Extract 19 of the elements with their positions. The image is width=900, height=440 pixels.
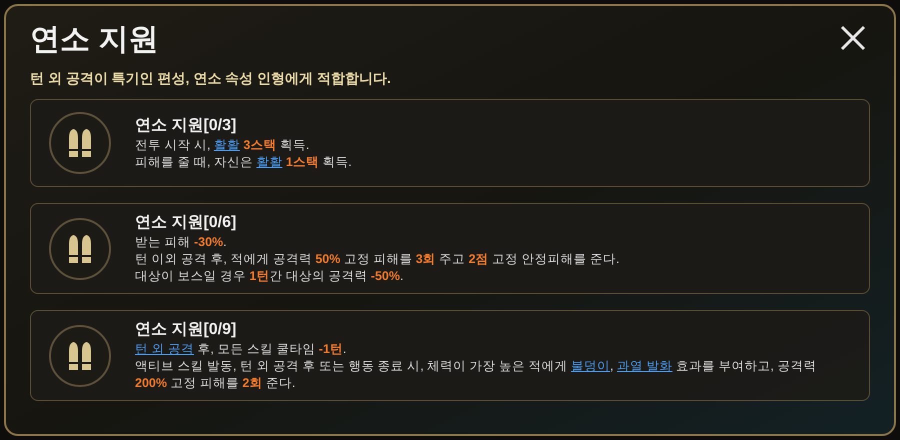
close-icon [840,25,866,51]
keyword-link[interactable]: 활활 [214,138,240,152]
dialog-subtitle: 턴 외 공격이 특기인 편성, 연소 속성 인형에게 적합합니다. [30,69,392,88]
effect-title: 연소 지원[0/6] [135,213,238,233]
effect-description: 대상이 보스일 경우 1턴간 대상의 공격력 -50%. [135,268,404,285]
keyword-link[interactable]: 불덩이 [571,359,610,373]
effect-title: 연소 지원[0/9] [135,320,238,340]
dialog-title: 연소 지원 [30,22,158,58]
effect-description: 200% 고정 피해를 2회 준다. [135,375,296,392]
effect-description: 턴 이외 공격 후, 적에게 공격력 50% 고정 피해를 3회 주고 2점 고정 안정피해를 준다. [135,251,620,268]
keyword-link[interactable]: 과열 발화 [617,359,672,373]
effect-title: 연소 지원[0/3] [135,116,238,136]
effect-description: 받는 피해 -30%. [135,234,228,251]
keyword-link[interactable]: 활활 [256,155,282,169]
effect-description: 액티브 스킬 발동, 턴 외 공격 후 또는 행동 종료 시, 체력이 가장 높은 적에게 불덩이, 과열 발화 효과를 부여하고, 공격력 [135,358,816,375]
effect-description: 턴 외 공격 후, 모든 스킬 쿨타임 -1턴. [135,341,348,358]
effect-description: 피해를 줄 때, 자신은 활활 1스택 획득. [135,154,352,171]
effect-description: 전투 시작 시, 활활 3스택 획득. [135,137,310,154]
keyword-link[interactable]: 턴 외 공격 [135,342,194,356]
